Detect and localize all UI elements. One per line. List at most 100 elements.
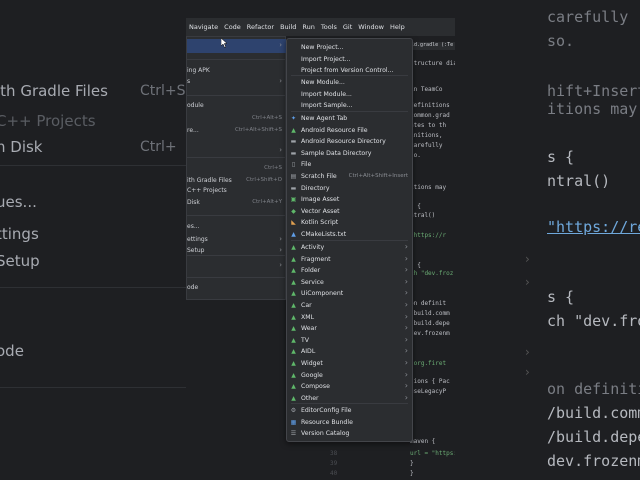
new-menu-item-car[interactable]: ▲ Car › — [287, 300, 412, 311]
new-menu-divider — [291, 111, 408, 112]
new-menu-item-folder[interactable]: ▲ Folder › — [287, 265, 412, 276]
folder-icon: ▬ — [290, 185, 297, 192]
menubar-navigate[interactable]: Navigate — [186, 23, 221, 31]
file-menu: › ing APK s › odule Ctrl+Alt+S re... Ctrl+Alt+S… — [186, 36, 286, 300]
new-menu-item-new-agent-tab[interactable]: ✦ New Agent Tab — [287, 113, 412, 124]
new-menu-item-scratch-file[interactable]: ▤ Scratch File Ctrl+Alt+Shift+Insert — [287, 171, 412, 182]
new-menu-item-label: Import Project... — [301, 56, 351, 63]
menubar-help[interactable]: Help — [387, 23, 408, 31]
new-menu-item-new-project[interactable]: New Project... — [287, 42, 412, 53]
new-menu-item-activity[interactable]: ▲ Activity › — [287, 242, 412, 253]
new-menu-item-label: UiComponent — [301, 290, 344, 298]
file-menu-item-row-7[interactable]: Ctrl+S — [187, 163, 286, 174]
new-menu-item-label: CMakeLists.txt — [301, 231, 347, 238]
file-menu-item-row-0[interactable]: › — [187, 40, 286, 51]
new-menu-item-directory[interactable]: ▬ Directory — [287, 183, 412, 194]
file-menu-item-row-6[interactable]: › — [187, 145, 286, 156]
new-menu-item-android-resource-file[interactable]: ▲ Android Resource File — [287, 125, 412, 136]
android-icon: ▲ — [291, 336, 296, 344]
new-menu-item-file[interactable]: ▯ File — [287, 159, 412, 170]
android-icon: ▲ — [291, 313, 296, 321]
menubar-build[interactable]: Build — [277, 23, 299, 31]
new-menu-item-import-module[interactable]: Import Module... — [287, 89, 412, 100]
new-menu-item-google[interactable]: ▲ Google › — [287, 370, 412, 381]
background-right-code-line: /build.comm — [547, 404, 640, 422]
chevron-right-icon: › — [404, 392, 408, 402]
gutter-chevron-icon: › — [525, 345, 530, 359]
file-menu-item-ettings[interactable]: ettings › — [187, 234, 286, 245]
file-menu-divider — [187, 95, 286, 96]
folder-icon: ▬ — [290, 150, 297, 157]
new-menu-item-import-project[interactable]: Import Project... — [287, 54, 412, 65]
file-menu-item-re[interactable]: re... Ctrl+Alt+Shift+S — [187, 125, 286, 136]
file-menu-item-label: Disk — [187, 199, 200, 206]
file-menu-item-label: odule — [187, 102, 204, 109]
new-menu-item-label: Android Resource File — [301, 127, 368, 134]
new-menu-item-widget[interactable]: ▲ Widget › — [287, 358, 412, 369]
new-menu-item-label: Activity — [301, 244, 325, 251]
new-menu-item-sample-data-directory[interactable]: ▬ Sample Data Directory — [287, 148, 412, 159]
file-menu-item-ing-apk[interactable]: ing APK — [187, 65, 286, 76]
file-menu-item-c-projects[interactable]: C++ Projects — [187, 185, 286, 196]
file-menu-item-ode[interactable]: ode — [187, 282, 286, 293]
file-menu-item-es[interactable]: es... — [187, 221, 286, 232]
editor-line-number: 40 — [330, 470, 338, 477]
new-menu-item-label: Resource Bundle — [301, 419, 353, 426]
menubar-refactor[interactable]: Refactor — [244, 23, 277, 31]
background-right-code-line: ch "dev.froz — [547, 312, 640, 330]
file-menu-item-shortcut: Ctrl+S — [264, 165, 282, 171]
new-menu-item-label: Image Asset — [301, 196, 340, 203]
file-menu-item-label: s — [187, 78, 191, 85]
editor-code-line: structure dialo — [410, 60, 455, 67]
file-menu-item-label: ing APK — [187, 67, 210, 74]
file-menu-item-label: C++ Projects — [187, 187, 227, 194]
menubar-tools[interactable]: Tools — [318, 23, 340, 31]
background-right-code-line: dev.frozenm — [547, 452, 640, 470]
editor-tab[interactable]: ild.gradle (:Te — [408, 42, 455, 50]
new-menu-item-vector-asset[interactable]: ◆ Vector Asset — [287, 206, 412, 217]
new-menu-item-new-module[interactable]: New Module... — [287, 77, 412, 88]
file-menu-divider — [187, 157, 286, 158]
file-menu-item-disk[interactable]: Disk Ctrl+Alt+Y — [187, 197, 286, 208]
gutter-chevron-icon: › — [525, 365, 530, 379]
new-menu-item-compose[interactable]: ▲ Compose › — [287, 381, 412, 392]
file-menu-item-s[interactable]: s › — [187, 76, 286, 87]
new-menu-item-aidl[interactable]: ▲ AIDL › — [287, 346, 412, 357]
editor-code-line: initions, — [410, 132, 443, 139]
new-menu-item-kotlin-script[interactable]: ◣ Kotlin Script — [287, 217, 412, 228]
new-menu-item-editorconfig-file[interactable]: ⚙ EditorConfig File — [287, 405, 412, 416]
new-menu-item-wear[interactable]: ▲ Wear › — [287, 323, 412, 334]
new-menu-item-service[interactable]: ▲ Service › — [287, 277, 412, 288]
menubar-code[interactable]: Code — [221, 23, 244, 31]
new-menu-item-xml[interactable]: ▲ XML › — [287, 312, 412, 323]
new-menu-item-label: Other — [301, 394, 319, 402]
new-menu-item-resource-bundle[interactable]: ▦ Resource Bundle — [287, 417, 412, 428]
menubar-run[interactable]: Run — [299, 23, 317, 31]
new-menu-item-label: Compose — [301, 383, 330, 391]
new-menu-item-fragment[interactable]: ▲ Fragment › — [287, 254, 412, 265]
menubar-git[interactable]: Git — [340, 23, 355, 31]
new-menu-item-version-catalog[interactable]: ☰ Version Catalog — [287, 428, 412, 439]
background-left-text: n Disk — [0, 138, 43, 156]
file-menu-item-odule[interactable]: odule — [187, 100, 286, 111]
file-menu-divider — [187, 277, 286, 278]
new-menu-item-android-resource-directory[interactable]: ▬ Android Resource Directory — [287, 136, 412, 147]
new-menu-item-cmakelists-txt[interactable]: ▲ CMakeLists.txt — [287, 229, 412, 240]
new-menu-item-uicomponent[interactable]: ▲ UiComponent › — [287, 288, 412, 299]
new-menu-item-image-asset[interactable]: ▣ Image Asset — [287, 194, 412, 205]
android-icon: ▲ — [291, 325, 296, 333]
editor-code-line: on definit — [410, 300, 447, 307]
chevron-right-icon: › — [404, 381, 408, 391]
new-menu-item-tv[interactable]: ▲ TV › — [287, 335, 412, 346]
chevron-right-icon: › — [404, 346, 408, 356]
file-menu-item-row-4[interactable]: Ctrl+Alt+S — [187, 113, 286, 124]
chevron-right-icon: › — [279, 235, 282, 243]
new-menu-item-import-sample[interactable]: Import Sample... — [287, 100, 412, 111]
new-menu-item-label: Widget — [301, 360, 323, 367]
new-menu-item-label: AIDL — [301, 348, 316, 356]
new-menu-item-label: Directory — [301, 185, 330, 192]
chevron-right-icon: › — [404, 311, 408, 321]
file-menu-item-row-14[interactable]: › — [187, 260, 286, 271]
android-icon: ▲ — [291, 267, 296, 275]
menubar-window[interactable]: Window — [355, 23, 387, 31]
